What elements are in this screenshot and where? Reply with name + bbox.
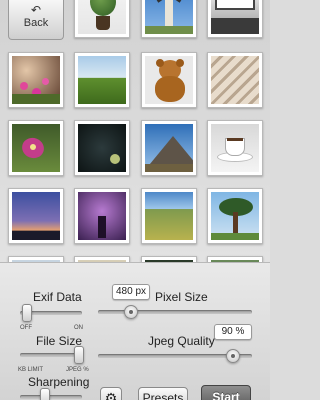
green-field-photo bbox=[78, 56, 126, 104]
photo-grid: ↶ Back bbox=[0, 0, 270, 262]
sharpening-knob[interactable] bbox=[40, 388, 50, 400]
file-size-toggle-slider[interactable] bbox=[18, 345, 86, 365]
photo-thumbnail[interactable] bbox=[8, 120, 64, 176]
windmill-photo bbox=[145, 0, 193, 34]
pixel-size-knob[interactable] bbox=[124, 305, 138, 319]
sunset-sky-photo bbox=[12, 192, 60, 240]
jpeg-quality-slider[interactable] bbox=[98, 347, 254, 365]
exif-toggle-knob[interactable] bbox=[22, 304, 32, 322]
window-interior-photo bbox=[211, 0, 259, 34]
photo-thumbnail[interactable] bbox=[74, 120, 130, 176]
pixel-size-slider[interactable] bbox=[98, 303, 254, 321]
jpeg-quality-knob[interactable] bbox=[226, 349, 240, 363]
vineyard-photo bbox=[145, 192, 193, 240]
photo-thumbnail[interactable] bbox=[74, 52, 130, 108]
photo-thumbnail[interactable] bbox=[207, 188, 263, 244]
gear-icon: ⚙ bbox=[104, 390, 118, 400]
pine-tree-photo bbox=[211, 192, 259, 240]
pink-flowers-photo bbox=[12, 56, 60, 104]
exif-off-label: OFF bbox=[20, 325, 32, 331]
photo-thumbnail[interactable] bbox=[141, 52, 197, 108]
teddy-bear-photo bbox=[145, 56, 193, 104]
photo-thumbnail[interactable] bbox=[141, 120, 197, 176]
purple-tree-photo bbox=[78, 192, 126, 240]
settings-panel: Exif Data OFF ON 480 px Pixel Size File … bbox=[0, 262, 270, 400]
exif-toggle-slider[interactable] bbox=[18, 303, 86, 323]
rope-knots-photo bbox=[211, 56, 259, 104]
photo-thumbnail[interactable] bbox=[141, 188, 197, 244]
photo-thumbnail[interactable] bbox=[8, 52, 64, 108]
jpeg-quality-label: Jpeg Quality bbox=[148, 334, 215, 348]
photo-thumbnail[interactable] bbox=[207, 52, 263, 108]
exif-data-label: Exif Data bbox=[33, 290, 82, 304]
back-arrow-icon: ↶ bbox=[30, 3, 42, 17]
pixel-size-label: Pixel Size bbox=[155, 290, 208, 304]
back-label: Back bbox=[23, 17, 49, 29]
photo-thumbnail[interactable] bbox=[8, 188, 64, 244]
settings-button[interactable]: ⚙ bbox=[100, 387, 122, 400]
photo-thumbnail[interactable] bbox=[141, 0, 197, 38]
mountain-photo bbox=[145, 124, 193, 172]
file-size-toggle-knob[interactable] bbox=[74, 346, 84, 364]
presets-button[interactable]: Presets bbox=[138, 387, 188, 400]
sharpening-slider[interactable] bbox=[18, 387, 86, 400]
jpeg-percent-label: JPEG % bbox=[66, 367, 89, 373]
photo-thumbnail[interactable] bbox=[74, 188, 130, 244]
exif-on-label: ON bbox=[74, 325, 83, 331]
back-button[interactable]: ↶ Back bbox=[8, 0, 64, 40]
plant-pot-photo bbox=[78, 0, 126, 34]
kb-limit-label: KB LIMIT bbox=[18, 367, 44, 373]
jpeg-quality-value: 90 % bbox=[214, 324, 252, 340]
pixel-size-value: 480 px bbox=[112, 284, 150, 300]
dark-sphere-photo bbox=[78, 124, 126, 172]
coffee-cup-photo bbox=[211, 124, 259, 172]
start-button[interactable]: Start bbox=[201, 385, 251, 400]
photo-thumbnail[interactable] bbox=[207, 120, 263, 176]
photo-thumbnail[interactable] bbox=[207, 0, 263, 38]
photo-thumbnail[interactable] bbox=[74, 0, 130, 38]
pink-flower-photo bbox=[12, 124, 60, 172]
